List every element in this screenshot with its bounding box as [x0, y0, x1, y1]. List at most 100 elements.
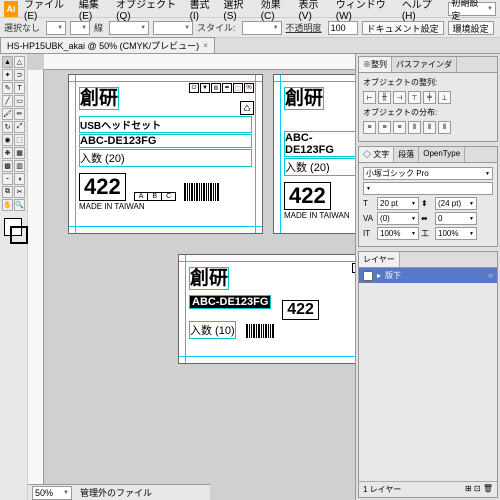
model-number-inverted[interactable]: ABC-DE123FG: [189, 295, 271, 309]
small-table[interactable]: A B C: [134, 192, 176, 201]
free-transform-icon[interactable]: ⬚: [14, 134, 25, 146]
tab-paragraph[interactable]: 段落: [394, 147, 419, 162]
scale-tool-icon[interactable]: ⤢: [14, 121, 25, 133]
font-family-select[interactable]: 小塚ゴシック Pro: [363, 167, 493, 180]
gradient-tool-icon[interactable]: ▥: [14, 160, 25, 172]
scissors-tool-icon[interactable]: ✂: [14, 186, 25, 198]
warp-tool-icon[interactable]: ◉: [2, 134, 13, 146]
tab-layers[interactable]: レイヤー: [359, 252, 400, 267]
quantity-text[interactable]: 入数 (20): [79, 149, 252, 167]
blend-tool-icon[interactable]: ◑: [14, 173, 25, 185]
menu-window[interactable]: ウィンドウ(W): [336, 0, 394, 22]
lot-number[interactable]: 422: [282, 300, 319, 320]
barcode[interactable]: [184, 183, 219, 201]
document-tab[interactable]: HS-HP15UBK_akai @ 50% (CMYK/プレビュー) ×: [0, 37, 215, 54]
kerning-input[interactable]: (0): [377, 212, 419, 225]
menu-select[interactable]: 選択(S): [223, 0, 252, 22]
close-tab-icon[interactable]: ×: [203, 41, 208, 50]
layer-actions[interactable]: ⊞ ⊡ 🗑: [465, 484, 493, 495]
fill-swatch[interactable]: [46, 21, 66, 35]
stroke-color-icon[interactable]: [10, 226, 28, 244]
artboard-3[interactable]: 創研 ⏻ Ⅲ ☂ ABC-DE123FG 422 入数 (10): [178, 254, 355, 364]
zoom-select[interactable]: 50%: [32, 486, 72, 500]
eyedropper-tool-icon[interactable]: ⁃: [2, 173, 13, 185]
color-swatches[interactable]: [2, 216, 25, 258]
vscale-input[interactable]: 100%: [377, 227, 419, 240]
dist-top-icon[interactable]: ≡: [363, 121, 376, 134]
product-name[interactable]: USBヘッドセット: [79, 116, 252, 133]
brush-tool-icon[interactable]: 🖌: [2, 108, 13, 120]
barcode[interactable]: [246, 324, 274, 338]
brand-text[interactable]: 創研: [189, 267, 229, 290]
menu-effect[interactable]: 効果(C): [261, 0, 291, 22]
menu-edit[interactable]: 編集(E): [79, 0, 108, 22]
artboard-2[interactable]: 創研 ABC-DE123FG 入数 (20) 422 MADE IN TAIWA…: [273, 74, 355, 234]
pen-tool-icon[interactable]: ✎: [2, 82, 13, 94]
ruler-vertical[interactable]: [28, 70, 44, 500]
direct-select-tool-icon[interactable]: △: [14, 56, 25, 68]
brush-select[interactable]: [153, 21, 193, 35]
lot-number[interactable]: 422: [79, 173, 126, 201]
opacity-input[interactable]: [328, 21, 358, 35]
mesh-tool-icon[interactable]: ▩: [2, 160, 13, 172]
origin-text[interactable]: MADE IN TAIWAN: [284, 211, 355, 220]
menu-help[interactable]: ヘルプ(H): [402, 0, 441, 22]
lasso-tool-icon[interactable]: ⊃: [14, 69, 25, 81]
dist-hcenter-icon[interactable]: ⫴: [423, 121, 436, 134]
menu-view[interactable]: 表示(V): [298, 0, 327, 22]
brand-text[interactable]: 創研: [284, 87, 324, 110]
align-vcenter-icon[interactable]: ╪: [423, 91, 436, 104]
doc-setup-button[interactable]: ドキュメント設定: [362, 21, 444, 35]
tab-pathfinder[interactable]: パスファインダ: [392, 57, 457, 72]
align-hcenter-icon[interactable]: ╫: [378, 91, 391, 104]
visibility-icon[interactable]: [363, 271, 373, 281]
pencil-tool-icon[interactable]: ✏: [14, 108, 25, 120]
slice-tool-icon[interactable]: ⧉: [2, 186, 13, 198]
dist-left-icon[interactable]: ⫴: [408, 121, 421, 134]
symbol-tool-icon[interactable]: ❋: [2, 147, 13, 159]
font-style-select[interactable]: [363, 182, 493, 195]
align-top-icon[interactable]: ⊤: [408, 91, 421, 104]
tab-opentype[interactable]: OpenType: [419, 147, 465, 162]
tab-character[interactable]: ◇ 文字: [359, 147, 394, 162]
expand-icon[interactable]: ▸: [377, 271, 381, 280]
layer-row[interactable]: ▸ 版下 ○: [359, 268, 497, 283]
ruler-horizontal[interactable]: [44, 54, 355, 70]
rotate-tool-icon[interactable]: ↻: [2, 121, 13, 133]
tab-align[interactable]: ※整列: [359, 57, 392, 72]
menu-file[interactable]: ファイル(E): [24, 0, 71, 22]
menu-object[interactable]: オブジェクト(Q): [116, 0, 181, 22]
wand-tool-icon[interactable]: ✦: [2, 69, 13, 81]
model-number[interactable]: ABC-DE123FG: [79, 134, 252, 148]
align-left-icon[interactable]: ⊢: [363, 91, 376, 104]
font-size-input[interactable]: 20 pt: [377, 197, 419, 210]
style-select[interactable]: [242, 21, 282, 35]
align-right-icon[interactable]: ⊣: [393, 91, 406, 104]
line-tool-icon[interactable]: ╱: [2, 95, 13, 107]
rect-tool-icon[interactable]: ▭: [14, 95, 25, 107]
stroke-swatch[interactable]: [70, 21, 90, 35]
quantity-text[interactable]: 入数 (10): [189, 321, 236, 339]
preferences-button[interactable]: 環境設定: [448, 21, 494, 35]
menu-type[interactable]: 書式(I): [190, 0, 216, 22]
lot-number[interactable]: 422: [284, 182, 331, 210]
selection-tool-icon[interactable]: ▲: [2, 56, 13, 68]
leading-input[interactable]: (24 pt): [435, 197, 477, 210]
tracking-input[interactable]: 0: [435, 212, 477, 225]
workspace-preset-select[interactable]: 初期設定: [448, 2, 496, 16]
align-bottom-icon[interactable]: ⊥: [438, 91, 451, 104]
dist-bottom-icon[interactable]: ≡: [393, 121, 406, 134]
origin-text[interactable]: MADE IN TAIWAN: [79, 202, 252, 211]
zoom-tool-icon[interactable]: 🔍: [14, 199, 25, 211]
artboard-1[interactable]: 創研 ⏻ ▼ Ⅲ ☂ ⬚ % ♺ USBヘッドセット ABC-DE123FG 入…: [68, 74, 263, 234]
brand-text[interactable]: 創研: [79, 87, 119, 110]
model-number[interactable]: ABC-DE123FG: [284, 131, 355, 157]
graph-tool-icon[interactable]: ▦: [14, 147, 25, 159]
stroke-weight-select[interactable]: [109, 21, 149, 35]
dist-right-icon[interactable]: ⫴: [438, 121, 451, 134]
canvas[interactable]: 創研 ⏻ ▼ Ⅲ ☂ ⬚ % ♺ USBヘッドセット ABC-DE123FG 入…: [28, 54, 355, 500]
hand-tool-icon[interactable]: ✋: [2, 199, 13, 211]
quantity-text[interactable]: 入数 (20): [284, 158, 355, 176]
dist-vcenter-icon[interactable]: ≡: [378, 121, 391, 134]
type-tool-icon[interactable]: T: [14, 82, 25, 94]
